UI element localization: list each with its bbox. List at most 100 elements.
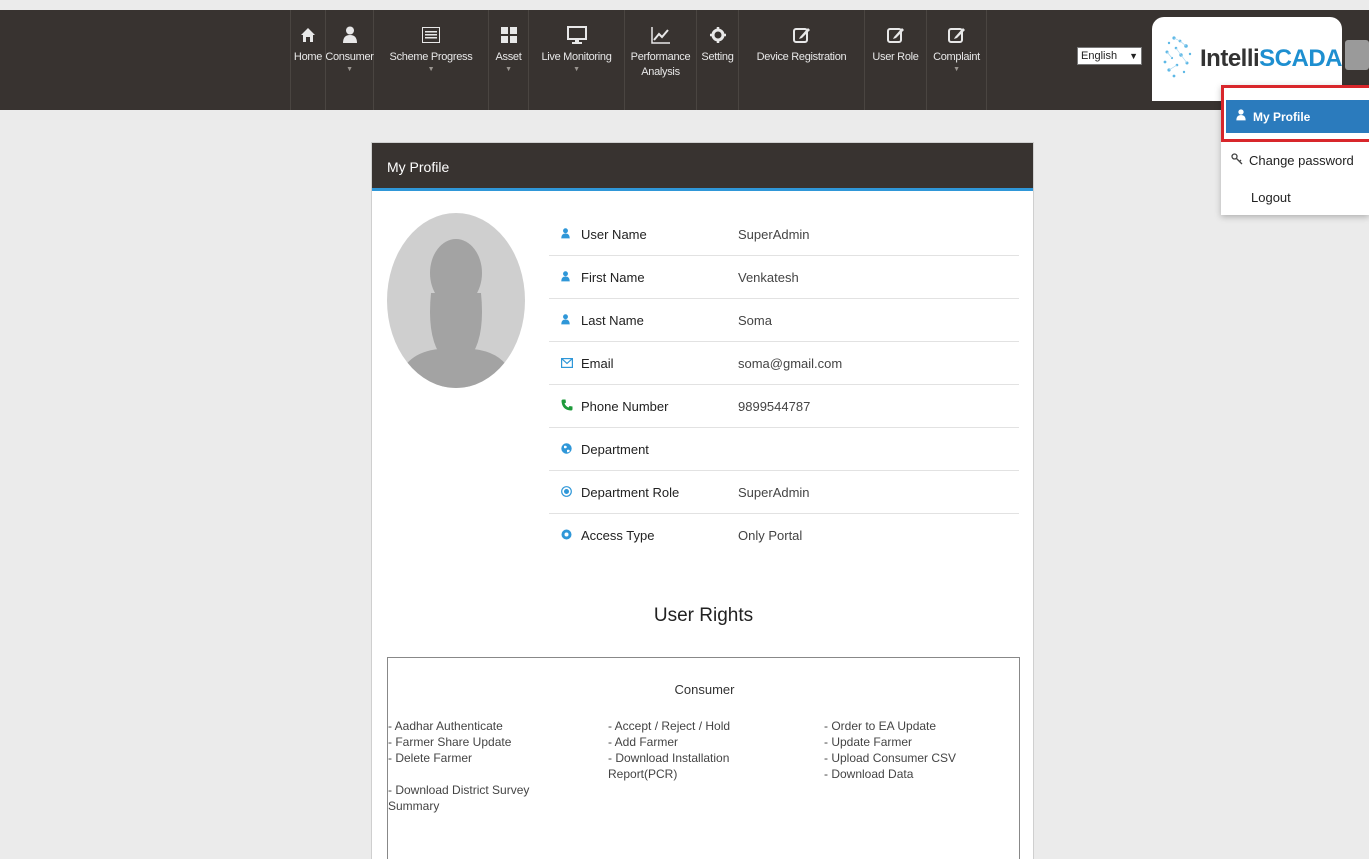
nav-performance-analysis[interactable]: Performance Analysis (625, 10, 697, 110)
nav-consumer[interactable]: Consumer ▼ (325, 10, 374, 110)
rights-column-3: - Order to EA Update - Update Farmer - U… (824, 718, 1004, 782)
nav-home[interactable]: Home (290, 10, 326, 110)
gear-icon (709, 20, 726, 50)
main-nav: Home Consumer ▼ Scheme Progress ▼ Asset … (290, 10, 987, 110)
nav-setting[interactable]: Setting (697, 10, 739, 110)
rights-column-1: - Aadhar Authenticate - Farmer Share Upd… (388, 718, 553, 814)
nav-performance-label: Performance Analysis (630, 51, 691, 78)
info-row-department: Department (549, 428, 1019, 471)
monitor-icon (566, 20, 587, 50)
info-value: Venkatesh (738, 269, 799, 285)
info-value: SuperAdmin (738, 226, 810, 242)
info-label: Phone Number (581, 398, 669, 414)
user-icon (1236, 109, 1246, 124)
key-icon (1231, 152, 1243, 168)
user-icon (549, 313, 571, 328)
menu-item-my-profile[interactable]: My Profile (1226, 100, 1369, 133)
right-item: - Aadhar Authenticate (388, 719, 503, 733)
caret-down-icon: ▼ (346, 66, 353, 73)
info-row-last-name: Last Name Soma (549, 299, 1019, 342)
right-item: - Add Farmer (608, 735, 679, 749)
caret-down-icon: ▼ (427, 66, 435, 73)
nav-live-monitoring[interactable]: Live Monitoring ▼ (529, 10, 625, 110)
nav-home-label: Home (293, 51, 323, 63)
info-row-phone: Phone Number 9899544787 (549, 385, 1019, 428)
chevron-down-icon: ▼ (1129, 51, 1138, 61)
user-icon (549, 227, 571, 242)
right-item: - Upload Consumer CSV (824, 751, 957, 765)
info-row-first-name: First Name Venkatesh (549, 256, 1019, 299)
info-label: Last Name (581, 312, 644, 328)
rights-section-title: Consumer (674, 682, 735, 697)
cog-icon (549, 528, 572, 543)
user-rights-title: User Rights (653, 605, 754, 626)
menu-item-change-password[interactable]: Change password (1221, 145, 1369, 175)
nav-asset[interactable]: Asset ▼ (489, 10, 529, 110)
target-icon (549, 485, 572, 500)
nav-device-registration[interactable]: Device Registration (739, 10, 865, 110)
nav-live-label: Live Monitoring (541, 51, 612, 63)
info-value: SuperAdmin (738, 484, 810, 500)
caret-down-icon: ▼ (573, 66, 580, 73)
user-rights-box: Consumer - Aadhar Authenticate - Farmer … (387, 657, 1020, 859)
profile-info-table: User Name SuperAdmin First Name Venkates… (549, 213, 1019, 557)
user-icon (342, 20, 357, 50)
user-icon (549, 270, 571, 285)
info-row-access-type: Access Type Only Portal (549, 514, 1019, 557)
nav-complaint-label: Complaint (933, 51, 980, 63)
home-icon (300, 20, 316, 50)
nav-scheme-progress[interactable]: Scheme Progress ▼ (374, 10, 489, 110)
right-item: - Download Data (824, 767, 914, 781)
logo-text: IntelliSCADA (1200, 45, 1343, 73)
language-selected: English (1081, 50, 1118, 62)
nav-complaint[interactable]: Complaint ▼ (927, 10, 987, 110)
highlight-box: My Profile (1221, 85, 1369, 142)
rights-column-2: - Accept / Reject / Hold - Add Farmer - … (608, 718, 768, 782)
nav-device-label: Device Registration (756, 51, 847, 63)
info-value: Only Portal (738, 528, 803, 543)
menu-item-logout[interactable]: Logout (1221, 182, 1369, 212)
chart-icon (650, 20, 671, 50)
user-avatar-button[interactable] (1345, 40, 1369, 70)
info-label: First Name (581, 269, 645, 285)
menu-change-password-label: Change password (1249, 152, 1354, 168)
right-item: - Update Farmer (824, 735, 913, 749)
edit-icon (886, 20, 905, 50)
panel-title: My Profile (372, 143, 1033, 191)
logo-text-part2: SCADA (1259, 45, 1343, 72)
mail-icon (549, 356, 574, 371)
profile-photo (387, 213, 525, 388)
info-value: Soma (738, 312, 772, 328)
caret-down-icon: ▼ (953, 66, 960, 73)
nav-user-role[interactable]: User Role (865, 10, 927, 110)
profile-panel: My Profile User Name SuperAdmin First Na… (371, 142, 1034, 859)
info-label: User Name (581, 226, 647, 242)
logo-text-part1: Intelli (1200, 45, 1260, 72)
right-item: - Delete Farmer (388, 751, 473, 765)
nav-user-role-label: User Role (872, 51, 919, 63)
info-value: 9899544787 (738, 398, 811, 414)
right-item: - Download Installation Report(PCR) (608, 751, 730, 781)
right-item: - Order to EA Update (824, 719, 937, 733)
edit-icon (947, 20, 966, 50)
menu-my-profile-label: My Profile (1253, 109, 1311, 124)
info-label: Department (581, 441, 649, 457)
nav-asset-label: Asset (495, 51, 522, 63)
caret-down-icon: ▼ (505, 66, 512, 73)
info-row-department-role: Department Role SuperAdmin (549, 471, 1019, 514)
list-icon (422, 20, 440, 50)
nav-scheme-label: Scheme Progress (389, 51, 473, 63)
grid-icon (500, 20, 517, 50)
edit-icon (792, 20, 811, 50)
phone-icon (549, 399, 573, 414)
language-select[interactable]: English ▼ (1077, 47, 1142, 65)
right-item-spacer (388, 766, 553, 782)
info-row-email: Email soma@gmail.com (549, 342, 1019, 385)
user-dropdown-menu: My Profile Change password Logout (1221, 85, 1369, 215)
menu-logout-label: Logout (1251, 189, 1291, 205)
right-item: - Download District Survey Summary (388, 783, 530, 813)
info-label: Department Role (581, 484, 680, 500)
info-row-user-name: User Name SuperAdmin (549, 213, 1019, 256)
info-label: Access Type (581, 528, 655, 543)
info-value: soma@gmail.com (738, 355, 843, 371)
